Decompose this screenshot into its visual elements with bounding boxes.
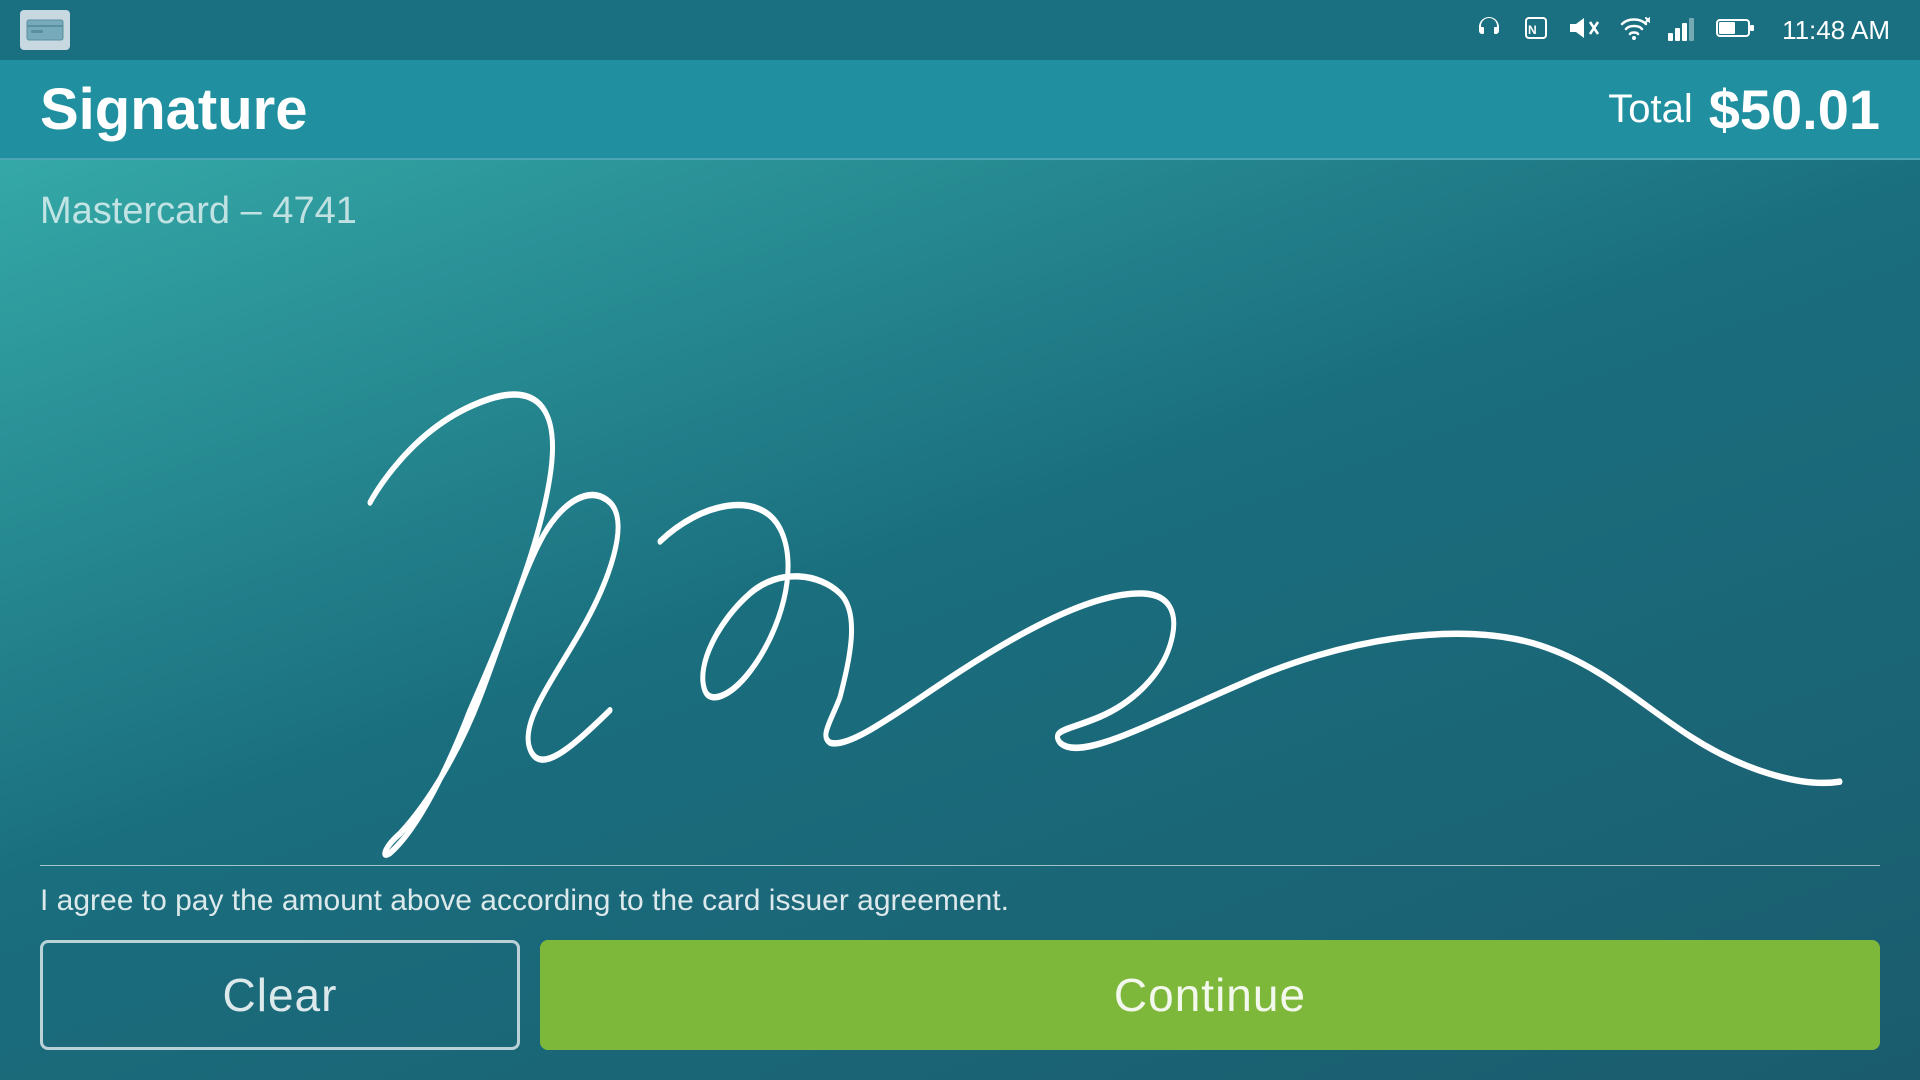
clear-button[interactable]: Clear — [40, 940, 520, 1050]
nfc-icon: N — [1522, 14, 1550, 46]
svg-text:N: N — [1528, 23, 1537, 37]
status-bar: N — [0, 0, 1920, 60]
header: Signature Total $50.01 — [0, 60, 1920, 160]
action-buttons: Clear Continue — [40, 940, 1880, 1050]
signature-pad[interactable] — [40, 243, 1880, 866]
status-time: 11:48 AM — [1782, 15, 1890, 46]
main-content: Mastercard – 4741 I agree to pay the amo… — [0, 160, 1920, 1080]
page-title: Signature — [40, 76, 308, 143]
card-info: Mastercard – 4741 — [40, 190, 1880, 233]
battery-icon — [1716, 17, 1754, 43]
headset-icon — [1474, 13, 1504, 47]
mute-icon — [1568, 14, 1600, 46]
wifi-icon — [1618, 14, 1650, 46]
signature-baseline — [40, 865, 1880, 866]
signal-icon — [1668, 15, 1698, 45]
continue-button[interactable]: Continue — [540, 940, 1880, 1050]
app-icon — [20, 10, 70, 50]
agreement-text: I agree to pay the amount above accordin… — [40, 884, 1880, 918]
total-label: Total — [1608, 87, 1693, 132]
total-display: Total $50.01 — [1608, 77, 1880, 142]
total-amount: $50.01 — [1709, 77, 1880, 142]
